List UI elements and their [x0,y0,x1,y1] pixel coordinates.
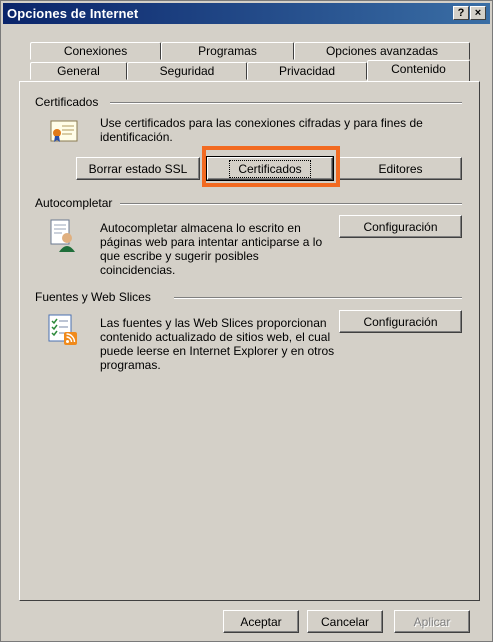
feeds-description: Las fuentes y las Web Slices proporciona… [100,316,335,372]
tab-general[interactable]: General [30,62,127,80]
tab-privacidad[interactable]: Privacidad [247,62,367,80]
clear-ssl-state-button[interactable]: Borrar estado SSL [76,157,200,180]
help-button[interactable]: ? [453,6,469,20]
feeds-icon [48,314,77,345]
feeds-divider [174,297,462,299]
close-button[interactable]: × [470,6,486,20]
certificates-description: Use certificados para las conexiones cif… [100,116,423,144]
cancel-button[interactable]: Cancelar [307,610,383,633]
ok-button[interactable]: Aceptar [223,610,299,633]
title-bar[interactable]: Opciones de Internet ? × [3,3,490,24]
tab-opciones-avanzadas[interactable]: Opciones avanzadas [294,42,470,60]
autocomplete-divider [120,203,462,205]
tab-programas[interactable]: Programas [161,42,294,60]
autocomplete-settings-button[interactable]: Configuración [339,215,462,238]
certificates-highlight-box [202,146,340,187]
tab-seguridad[interactable]: Seguridad [127,62,247,80]
feeds-settings-button[interactable]: Configuración [339,310,462,333]
certificate-icon [50,120,78,142]
tab-conexiones[interactable]: Conexiones [30,42,161,60]
tab-contenido[interactable]: Contenido [367,60,470,81]
window-title: Opciones de Internet [7,6,139,21]
autocomplete-section-label: Autocompletar [35,196,117,210]
apply-button[interactable]: Aplicar [394,610,470,633]
autocomplete-icon [50,219,75,252]
certificates-divider [110,102,462,104]
internet-options-dialog: Opciones de Internet ? × Conexiones Prog… [0,0,493,642]
certificates-section-label: Certificados [35,95,103,109]
feeds-section-label: Fuentes y Web Slices [35,290,155,304]
autocomplete-description: Autocompletar almacena lo escrito en pág… [100,221,323,277]
publishers-button[interactable]: Editores [339,157,462,180]
